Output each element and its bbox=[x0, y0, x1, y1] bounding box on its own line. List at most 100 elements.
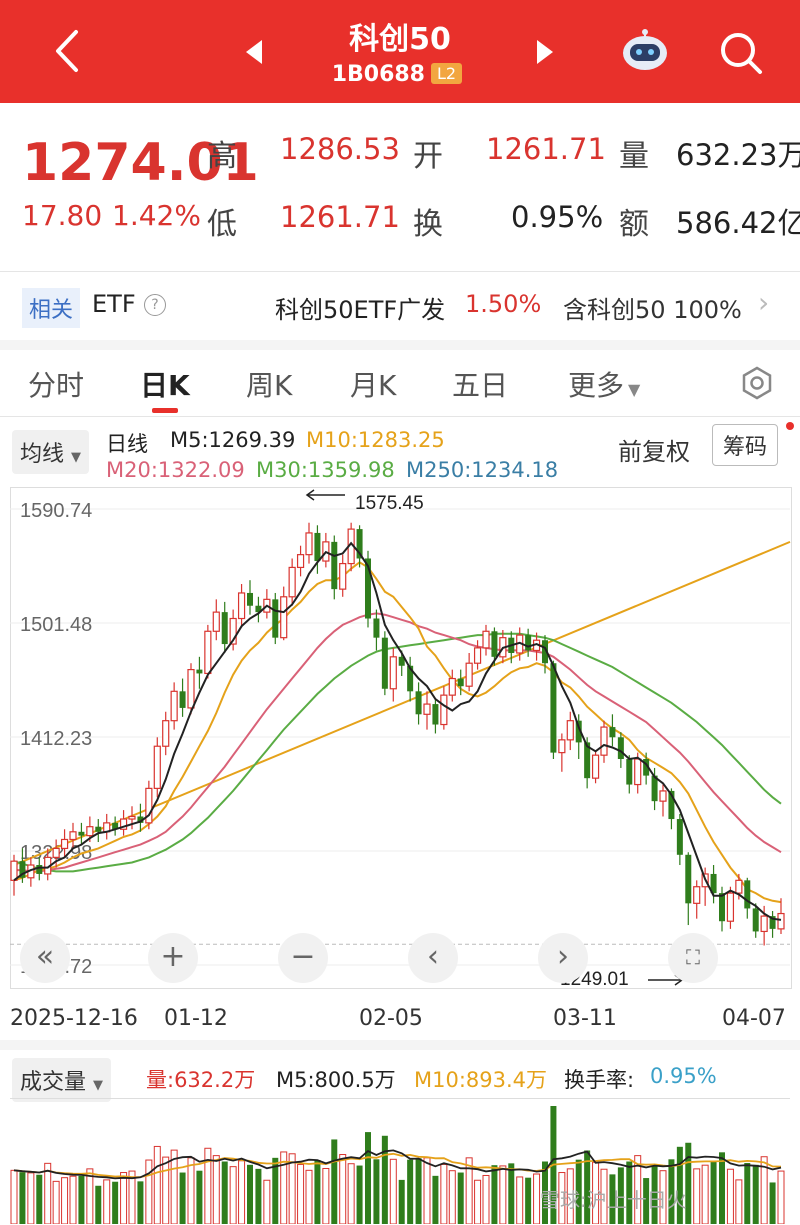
volume-bar bbox=[153, 1145, 161, 1224]
tab-daily-k[interactable]: 日K bbox=[140, 364, 190, 404]
previous-stock-icon[interactable] bbox=[246, 40, 262, 64]
candle-body bbox=[423, 703, 431, 715]
low-label: 低 bbox=[207, 207, 237, 242]
search-icon[interactable] bbox=[716, 28, 766, 78]
candle-body bbox=[36, 865, 43, 874]
zoom-out-button[interactable]: − bbox=[278, 933, 328, 983]
candle-body bbox=[659, 790, 667, 802]
settings-icon[interactable] bbox=[740, 366, 774, 400]
stock-code: 1B0688 bbox=[331, 62, 425, 87]
candle-body bbox=[600, 726, 608, 756]
volume-bar bbox=[423, 1157, 431, 1224]
level2-badge[interactable]: L2 bbox=[431, 63, 463, 84]
volume-bar bbox=[726, 1168, 734, 1224]
help-icon[interactable]: ? bbox=[144, 294, 166, 316]
volume-indicator-selector[interactable]: 成交量 ▼ bbox=[12, 1058, 112, 1102]
volume-value: 632.23万 bbox=[676, 138, 800, 172]
volume-m5: M5:800.5万 bbox=[276, 1068, 396, 1092]
zoom-in-button[interactable]: + bbox=[148, 933, 198, 983]
kline-chart[interactable]: 1590.741501.481412.231322.981233.721575.… bbox=[0, 487, 800, 989]
contains-info: 含科创50 100% bbox=[563, 290, 742, 325]
tab-monthly-k[interactable]: 月K bbox=[350, 364, 396, 404]
related-fund-change: 1.50% bbox=[465, 290, 542, 318]
volume-indicator-label: 成交量 bbox=[20, 1070, 87, 1095]
candle-body bbox=[187, 669, 195, 709]
volume-bar bbox=[744, 1162, 751, 1224]
back-arrow-icon[interactable] bbox=[48, 26, 88, 76]
volume-bar bbox=[229, 1166, 237, 1224]
related-fund-name[interactable]: 科创50ETF广发 bbox=[275, 290, 445, 325]
candle-body bbox=[558, 739, 566, 754]
price-change: 17.80 bbox=[22, 199, 103, 232]
tab-five-day[interactable]: 五日 bbox=[452, 364, 508, 404]
scroll-right-button[interactable]: › bbox=[538, 933, 588, 983]
volume-bar bbox=[389, 1158, 397, 1224]
contains-percent: 100% bbox=[673, 296, 742, 324]
volume-bar bbox=[61, 1177, 69, 1224]
turnover-value: 0.95% bbox=[650, 1064, 717, 1088]
price-change-percent: 1.42% bbox=[112, 199, 201, 232]
volume-bar bbox=[777, 1170, 785, 1224]
candle-body bbox=[473, 647, 482, 664]
high-label: 高 bbox=[207, 139, 237, 174]
related-etf-bar[interactable]: 相关 ETF ? 科创50ETF广发 1.50% 含科创50 100% › bbox=[0, 272, 800, 340]
volume-value: 量:632.2万 bbox=[146, 1068, 256, 1092]
candle-body bbox=[153, 745, 161, 789]
candle-body bbox=[415, 691, 422, 715]
candle-body bbox=[685, 854, 692, 904]
etf-label: ETF bbox=[92, 290, 136, 318]
ma10-value: M10:1283.25 bbox=[306, 428, 445, 452]
fullscreen-icon[interactable]: ⛶ bbox=[668, 933, 718, 983]
ma5-value: M5:1269.39 bbox=[170, 428, 296, 452]
scroll-left-button[interactable]: ‹ bbox=[408, 933, 458, 983]
volume-bar bbox=[95, 1185, 102, 1224]
candle-body bbox=[280, 596, 288, 639]
assistant-robot-icon[interactable] bbox=[618, 26, 672, 76]
tab-intraday[interactable]: 分时 bbox=[28, 364, 84, 404]
volume-bar bbox=[162, 1156, 170, 1224]
tab-more[interactable]: 更多 ▼ bbox=[568, 364, 640, 404]
volume-bar bbox=[373, 1159, 380, 1224]
volume-bar bbox=[86, 1168, 94, 1224]
volume-bar bbox=[103, 1179, 111, 1224]
volume-bar bbox=[19, 1172, 26, 1224]
indicator-selector[interactable]: 均线 ▼ bbox=[12, 430, 90, 474]
open-value: 1261.71 bbox=[486, 132, 606, 166]
candle-body bbox=[128, 815, 136, 820]
volume-bar bbox=[27, 1172, 35, 1224]
candle-body bbox=[617, 737, 624, 760]
next-stock-icon[interactable] bbox=[537, 40, 553, 64]
x-tick-label: 02-05 bbox=[359, 1006, 423, 1031]
quote-panel: 1274.01 17.80 1.42% 高 1286.53 开 1261.71 … bbox=[0, 103, 800, 271]
x-tick-label: 2025-12-16 bbox=[10, 1006, 138, 1031]
candle-body bbox=[10, 860, 18, 881]
candle-body bbox=[491, 631, 498, 657]
candle-body bbox=[432, 704, 439, 725]
volume-bar bbox=[69, 1175, 77, 1224]
chevron-right-icon[interactable]: › bbox=[758, 286, 769, 319]
turnover-value: 0.95% bbox=[511, 200, 604, 234]
candle-body bbox=[550, 663, 557, 753]
candle-body bbox=[373, 618, 380, 638]
volume-bar bbox=[314, 1160, 321, 1224]
section-gap bbox=[0, 1040, 800, 1050]
candle-body bbox=[465, 662, 473, 687]
volume-bar bbox=[221, 1161, 228, 1224]
volume-bar bbox=[440, 1163, 448, 1224]
price-adjust-label[interactable]: 前复权 bbox=[618, 432, 690, 467]
candle-body bbox=[305, 532, 313, 556]
chips-button[interactable]: 筹码 bbox=[712, 424, 779, 466]
volume-legend-bar: 成交量 ▼ 量:632.2万 M5:800.5万 M10:893.4万 换手率:… bbox=[0, 1052, 800, 1102]
candle-body bbox=[752, 908, 759, 932]
candle-body bbox=[95, 826, 102, 832]
candle-body bbox=[288, 566, 296, 598]
tab-weekly-k[interactable]: 周K bbox=[246, 364, 292, 404]
turnover-label: 换 bbox=[413, 207, 443, 242]
period-label: 日线 bbox=[106, 432, 148, 456]
ma20-line bbox=[14, 612, 782, 873]
x-tick-label: 04-07 bbox=[722, 1006, 786, 1031]
tab-more-label: 更多 bbox=[568, 369, 625, 402]
rewind-button[interactable]: « bbox=[20, 933, 70, 983]
volume-bar bbox=[398, 1179, 405, 1224]
watermark: 雪球:沪上十日火 bbox=[540, 1188, 687, 1212]
